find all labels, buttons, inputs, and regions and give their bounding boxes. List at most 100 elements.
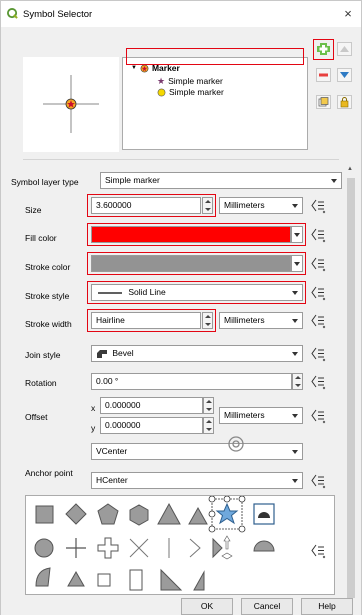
offset-x-value: 0.000000 (105, 400, 141, 410)
rotation-input[interactable]: 0.00 ° (91, 373, 292, 390)
right-half-triangle-shape[interactable] (160, 568, 183, 591)
symbol-layer-type-label: Symbol layer type (11, 177, 79, 187)
arrow-shape[interactable] (189, 538, 201, 558)
offset-unit-value: Millimeters (224, 410, 265, 420)
duplicate-icon (318, 97, 329, 107)
solid-line-icon (98, 292, 122, 294)
stroke-width-spinner[interactable] (202, 312, 213, 329)
cross-shape[interactable] (66, 538, 86, 558)
offset-y-input[interactable]: 0.000000 (100, 417, 203, 434)
bevel-join-icon (97, 349, 107, 358)
stroke-width-label: Stroke width (25, 319, 72, 329)
shape-grid-canvas (34, 495, 275, 591)
stroke-style-combo[interactable]: Solid Line (91, 284, 303, 301)
join-style-combo[interactable]: Bevel (91, 345, 303, 362)
data-defined-override-icon[interactable] (308, 226, 326, 243)
pentagon-shape[interactable] (97, 503, 119, 525)
filled-arrowhead-shape[interactable] (212, 537, 223, 559)
scroll-up-icon[interactable]: ▲ (347, 166, 353, 172)
data-defined-override-icon[interactable] (308, 284, 326, 301)
symbol-selector-window: Symbol Selector × ▼ Marker ★ Simple mark… (0, 0, 362, 615)
join-style-value: Bevel (112, 348, 134, 358)
properties-scrollbar[interactable]: ▲ ▼ (346, 164, 356, 606)
equilateral-triangle-shape[interactable] (188, 506, 208, 525)
star-shape[interactable] (215, 502, 239, 525)
offset-x-spinner[interactable] (203, 397, 214, 414)
circle-shape[interactable] (34, 538, 54, 558)
symbol-layer-type-combo[interactable]: Simple marker (100, 172, 342, 189)
square-shape[interactable] (35, 505, 54, 524)
preview-marker-icon (43, 75, 99, 133)
data-defined-override-icon[interactable] (308, 373, 326, 390)
stroke-width-unit-combo[interactable]: Millimeters (219, 312, 303, 329)
stroke-width-value: Hairline (96, 315, 125, 325)
qgis-icon (7, 8, 18, 19)
stroke-width-input[interactable]: Hairline (91, 312, 201, 329)
add-layer-button[interactable] (316, 42, 331, 56)
half-circle-shape[interactable] (253, 540, 275, 552)
rectangle-shape[interactable] (129, 569, 143, 591)
stroke-style-value: Solid Line (128, 287, 166, 297)
data-defined-override-icon[interactable] (308, 312, 326, 329)
half-square-shape[interactable] (97, 573, 111, 587)
cross-fill-shape[interactable] (97, 537, 119, 559)
offset-unit-combo[interactable]: Millimeters (219, 407, 303, 424)
lock-layer-button[interactable] (337, 95, 352, 109)
tree-item-simple-marker-2[interactable]: Simple marker (157, 87, 224, 98)
move-down-button[interactable] (337, 68, 352, 82)
splitter[interactable] (23, 159, 339, 160)
join-style-label: Join style (25, 350, 61, 360)
stroke-color-button[interactable] (91, 255, 291, 272)
data-defined-override-icon[interactable] (308, 345, 326, 362)
help-button[interactable]: Help (301, 598, 353, 615)
anchor-point-label: Anchor point (25, 468, 73, 478)
remove-icon (319, 73, 328, 77)
size-unit-combo[interactable]: Millimeters (219, 197, 303, 214)
anchor-vertical-combo[interactable]: VCenter (91, 443, 303, 460)
data-defined-override-icon[interactable] (308, 407, 326, 424)
marker-icon (140, 64, 149, 73)
offset-y-spinner[interactable] (203, 417, 214, 434)
left-half-triangle-shape[interactable] (193, 570, 205, 591)
triangle-shape[interactable] (157, 502, 181, 525)
anchor-vertical-value: VCenter (96, 446, 128, 456)
size-spinner[interactable] (202, 197, 213, 214)
offset-y-value: 0.000000 (105, 420, 141, 430)
symbol-preview (23, 57, 119, 152)
arrowhead-shape[interactable] (253, 503, 275, 525)
star-icon: ★ (157, 76, 166, 86)
data-defined-override-icon[interactable] (308, 472, 326, 489)
rotation-spinner[interactable] (292, 373, 303, 390)
data-defined-override-icon[interactable] (308, 255, 326, 272)
size-value: 3.600000 (96, 200, 132, 210)
duplicate-layer-button[interactable] (316, 95, 331, 109)
size-input[interactable]: 3.600000 (91, 197, 201, 214)
marker-shape-grid[interactable] (25, 495, 335, 595)
dialog-body: ▼ Marker ★ Simple marker Simple marker S… (1, 27, 361, 615)
close-icon[interactable]: × (341, 6, 355, 21)
diamond-shape[interactable] (65, 503, 87, 525)
tree-item-simple-marker-1[interactable]: ★ Simple marker (157, 76, 223, 87)
title-bar: Symbol Selector × (1, 1, 361, 27)
circle-marker-icon (157, 88, 166, 97)
fill-color-dropdown[interactable] (291, 226, 303, 243)
remove-layer-button[interactable] (316, 68, 331, 82)
data-defined-override-icon[interactable] (308, 197, 326, 214)
cancel-button[interactable]: Cancel (241, 598, 293, 615)
rotation-label: Rotation (25, 378, 57, 388)
quarter-circle-shape[interactable] (35, 567, 51, 587)
offset-x-input[interactable]: 0.000000 (100, 397, 203, 414)
hexagon-shape[interactable] (129, 504, 149, 526)
ok-button[interactable]: OK (181, 598, 233, 615)
anchor-horizontal-combo[interactable]: HCenter (91, 472, 303, 489)
data-defined-override-icon[interactable] (308, 542, 326, 559)
diagonal-half-square-shape[interactable] (67, 570, 85, 587)
move-up-button[interactable] (337, 42, 352, 56)
arrow-up-icon (340, 46, 349, 52)
offset-y-label: y (91, 423, 96, 433)
rotate-handle-icon[interactable] (226, 434, 246, 454)
fill-color-button[interactable] (91, 226, 291, 243)
stroke-color-dropdown[interactable] (291, 255, 303, 272)
scrollbar-thumb[interactable] (347, 178, 355, 598)
x-shape[interactable] (129, 538, 149, 558)
